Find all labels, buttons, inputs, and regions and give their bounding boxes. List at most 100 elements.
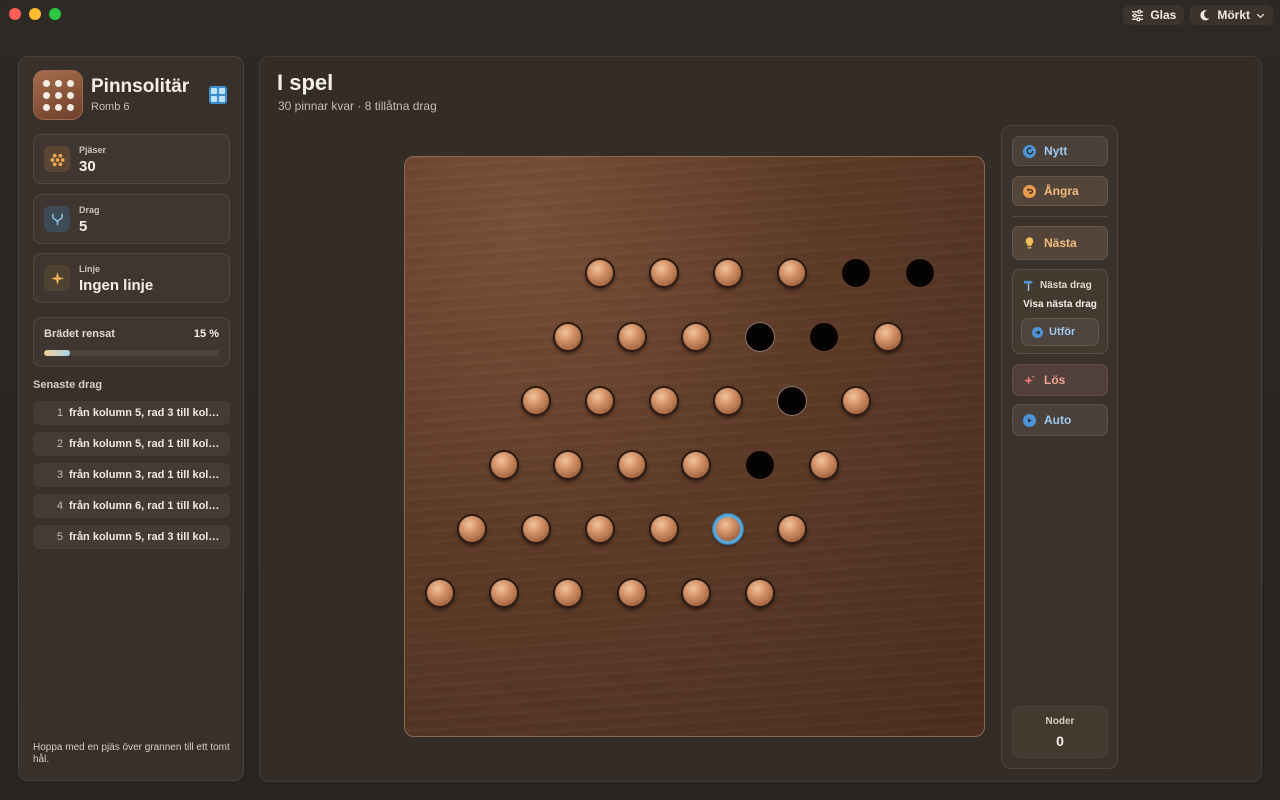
refresh-icon xyxy=(1023,144,1036,158)
solve-label: Lös xyxy=(1044,373,1066,387)
peg[interactable] xyxy=(809,450,839,480)
app-logo-icon xyxy=(33,70,83,120)
peg[interactable] xyxy=(521,386,551,416)
recent-move-number: 5 xyxy=(56,531,63,543)
peg[interactable] xyxy=(489,578,519,608)
progress-track xyxy=(44,350,219,356)
moves-value: 5 xyxy=(79,218,88,235)
window-controls xyxy=(9,8,61,20)
peg[interactable] xyxy=(745,578,775,608)
peg[interactable] xyxy=(777,258,807,288)
recent-move-number: 3 xyxy=(56,469,63,481)
selected-peg[interactable] xyxy=(713,514,743,544)
moon-icon xyxy=(1200,9,1210,20)
peg[interactable] xyxy=(649,386,679,416)
line-value: Ingen linje xyxy=(79,277,154,294)
line-stat: Linje Ingen linje xyxy=(33,253,230,303)
peg[interactable] xyxy=(617,450,647,480)
progress-label: Brädet rensat xyxy=(44,328,115,340)
sidebar: Pinnsolitär Romb 6 Pjäser 30 Drag 5 Linj… xyxy=(18,56,244,781)
peg[interactable] xyxy=(457,514,487,544)
game-status-subtitle: 30 pinnar kvar · 8 tillåtna drag xyxy=(278,99,437,113)
arrow-right-icon xyxy=(1032,326,1043,338)
peg[interactable] xyxy=(489,450,519,480)
undo-button[interactable]: Ångra xyxy=(1012,176,1108,206)
control-panel: Nytt Ångra Nästa Nästa drag Visa nästa d… xyxy=(1001,125,1118,769)
recent-move-item[interactable]: 1 från kolumn 5, rad 3 till kolumn 5, rad… xyxy=(33,401,230,425)
empty-hole[interactable] xyxy=(905,258,935,288)
signpost-icon xyxy=(1023,280,1034,291)
theme-dropdown[interactable]: Mörkt xyxy=(1190,5,1273,25)
peg[interactable] xyxy=(521,514,551,544)
peg[interactable] xyxy=(553,450,583,480)
pieces-label: Pjäser xyxy=(79,145,107,155)
recent-move-item[interactable]: 2 från kolumn 5, rad 1 till kolumn 3, rad… xyxy=(33,432,230,456)
sliders-icon xyxy=(1132,9,1144,21)
lightbulb-icon xyxy=(1023,237,1036,250)
peg[interactable] xyxy=(617,578,647,608)
execute-button[interactable]: Utför xyxy=(1021,318,1099,346)
divider xyxy=(1012,216,1108,217)
recent-move-text: från kolumn 3, rad 1 till kolumn 5, rad … xyxy=(69,469,230,481)
next-move-description: Visa nästa drag xyxy=(1023,299,1097,310)
next-move-card: Nästa drag Visa nästa drag Utför xyxy=(1012,269,1108,354)
topbar-actions: Glas Mörkt xyxy=(1123,5,1273,25)
new-game-label: Nytt xyxy=(1044,144,1068,158)
peg[interactable] xyxy=(681,322,711,352)
peg[interactable] xyxy=(649,258,679,288)
empty-hole[interactable] xyxy=(745,322,775,352)
peg[interactable] xyxy=(873,322,903,352)
peg[interactable] xyxy=(553,322,583,352)
app-subtitle: Romb 6 xyxy=(91,101,130,113)
recent-move-text: från kolumn 5, rad 1 till kolumn 3, rad … xyxy=(69,438,230,450)
auto-play-button[interactable]: Auto xyxy=(1012,404,1108,436)
empty-hole[interactable] xyxy=(841,258,871,288)
peg[interactable] xyxy=(841,386,871,416)
nodes-value: 0 xyxy=(1056,733,1064,749)
play-icon xyxy=(1023,413,1036,427)
peg[interactable] xyxy=(585,514,615,544)
peg[interactable] xyxy=(713,258,743,288)
next-hint-button[interactable]: Nästa xyxy=(1012,226,1108,260)
board-cleared-progress: Brädet rensat 15 % xyxy=(33,317,230,367)
execute-label: Utför xyxy=(1049,326,1076,338)
chevron-down-icon xyxy=(1256,13,1265,18)
recent-move-number: 4 xyxy=(56,500,63,512)
solve-button[interactable]: Lös xyxy=(1012,364,1108,396)
close-window-button[interactable] xyxy=(9,8,21,20)
recent-move-text: från kolumn 5, rad 3 till kolumn 3, rad … xyxy=(69,531,230,543)
peg[interactable] xyxy=(553,578,583,608)
peg[interactable] xyxy=(617,322,647,352)
empty-hole[interactable] xyxy=(745,450,775,480)
theme-label: Mörkt xyxy=(1217,8,1250,22)
next-move-header: Nästa drag xyxy=(1023,280,1092,291)
recent-move-item[interactable]: 5 från kolumn 5, rad 3 till kolumn 3, rad… xyxy=(33,525,230,549)
peg[interactable] xyxy=(681,578,711,608)
recent-move-item[interactable]: 3 från kolumn 3, rad 1 till kolumn 5, rad… xyxy=(33,463,230,487)
peg[interactable] xyxy=(585,386,615,416)
empty-hole[interactable] xyxy=(777,386,807,416)
peg[interactable] xyxy=(585,258,615,288)
new-game-button[interactable]: Nytt xyxy=(1012,136,1108,166)
game-panel: I spel 30 pinnar kvar · 8 tillåtna drag … xyxy=(259,56,1262,782)
glass-toggle-button[interactable]: Glas xyxy=(1123,5,1185,25)
recent-move-number: 1 xyxy=(56,407,63,419)
peg[interactable] xyxy=(649,514,679,544)
moves-stat: Drag 5 xyxy=(33,194,230,244)
peg[interactable] xyxy=(713,386,743,416)
branch-icon xyxy=(44,206,70,232)
app-window: Glas Mörkt Pinnsolitär Romb 6 Pjäser 30 xyxy=(0,0,1280,800)
progress-percent: 15 % xyxy=(193,328,219,340)
recent-move-item[interactable]: 4 från kolumn 6, rad 1 till kolumn 4, rad… xyxy=(33,494,230,518)
empty-hole[interactable] xyxy=(809,322,839,352)
undo-label: Ångra xyxy=(1044,184,1079,198)
peg[interactable] xyxy=(425,578,455,608)
peg[interactable] xyxy=(681,450,711,480)
recent-move-text: från kolumn 5, rad 3 till kolumn 5, rad … xyxy=(69,407,230,419)
minimize-window-button[interactable] xyxy=(29,8,41,20)
maximize-window-button[interactable] xyxy=(49,8,61,20)
recent-move-text: från kolumn 6, rad 1 till kolumn 4, rad … xyxy=(69,500,230,512)
pieces-stat: Pjäser 30 xyxy=(33,134,230,184)
grid-icon[interactable] xyxy=(209,86,227,104)
peg[interactable] xyxy=(777,514,807,544)
